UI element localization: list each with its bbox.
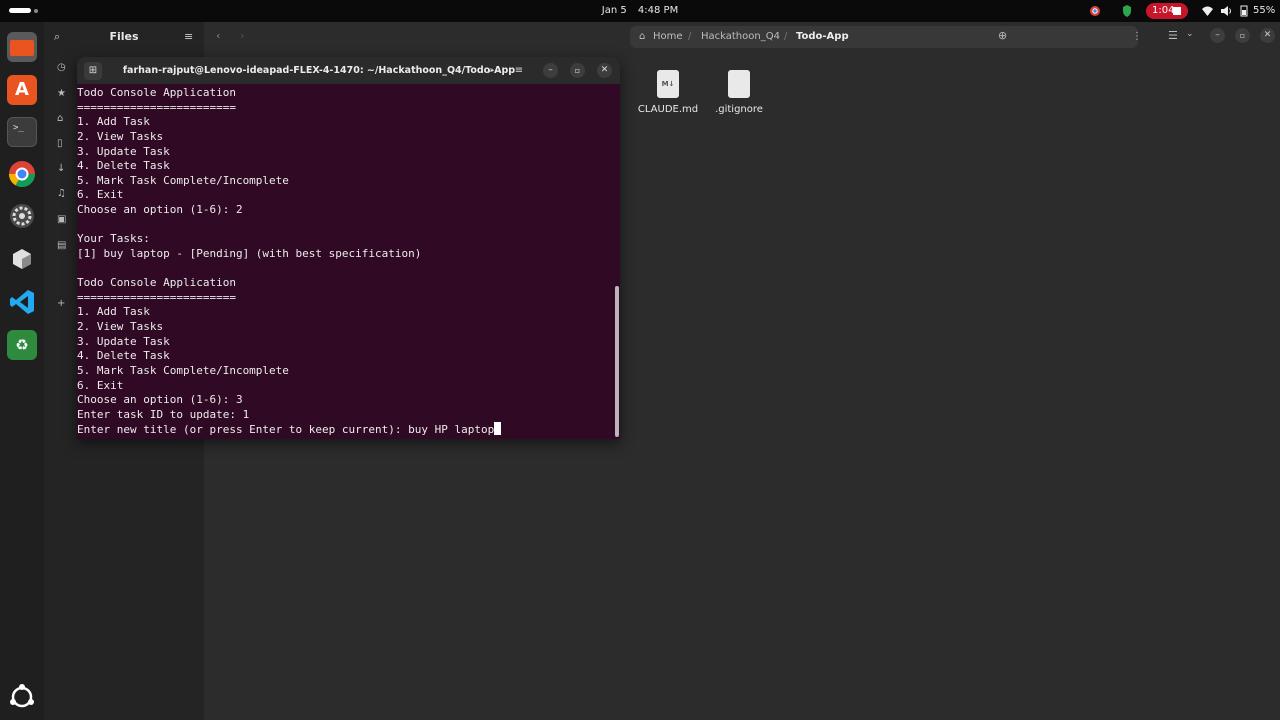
add-location-icon[interactable]: + xyxy=(57,298,65,309)
breadcrumb-home[interactable]: Home xyxy=(653,26,683,48)
text-cursor xyxy=(494,422,502,436)
breadcrumb-separator: / xyxy=(688,31,692,42)
files-header: ‹ › ⌂ Home / Hackathoon_Q4 / Todo-App ⋮ … xyxy=(204,22,1280,52)
file-name: .gitignore xyxy=(715,104,763,115)
screen-recording-indicator[interactable]: 1:04 xyxy=(1146,3,1188,19)
terminal-input[interactable]: Enter new title (or press Enter to keep … xyxy=(77,423,494,436)
file-name: CLAUDE.md xyxy=(637,104,699,115)
music-icon[interactable]: ♫ xyxy=(57,188,66,199)
breadcrumb-separator: / xyxy=(784,31,788,42)
terminal-line: 3. Update Task xyxy=(77,334,170,348)
recording-time: 1:04 xyxy=(1152,5,1175,16)
terminal-line: ======================== xyxy=(77,290,236,304)
terminal-search-icon[interactable]: ⌕ xyxy=(482,62,500,80)
files-icon[interactable] xyxy=(7,32,37,62)
view-options-chevron-icon[interactable]: ⌄ xyxy=(1186,29,1194,39)
terminal-menu-icon[interactable]: ≡ xyxy=(510,62,528,80)
terminal-line: Enter task ID to update: 1 xyxy=(77,407,250,421)
text-file-icon xyxy=(728,70,750,98)
markdown-file-icon: M↓ xyxy=(657,70,679,98)
terminal-line: Choose an option (1-6): 3 xyxy=(77,393,243,407)
terminal-line: 6. Exit xyxy=(77,188,124,202)
wifi-icon[interactable] xyxy=(1201,0,1214,22)
terminal-line: 1. Add Task xyxy=(77,115,150,129)
top-bar: Jan 5 4:48 PM 1:04 55% xyxy=(0,0,1280,22)
stop-recording-icon xyxy=(1173,7,1181,15)
vscode-icon[interactable] xyxy=(7,287,37,317)
battery-icon[interactable] xyxy=(1240,0,1248,22)
battery-percent: 55% xyxy=(1253,5,1276,16)
terminal-line: 2. View Tasks xyxy=(77,129,164,143)
terminal-icon[interactable]: >_ xyxy=(7,117,37,147)
ubuntu-icon[interactable] xyxy=(7,682,37,712)
shield-tray-icon[interactable] xyxy=(1121,0,1133,22)
terminal-output[interactable]: Todo Console Application ===============… xyxy=(77,86,613,437)
pictures-icon[interactable]: ▣ xyxy=(57,214,66,225)
app-icon[interactable] xyxy=(7,244,37,274)
close-icon[interactable]: ✕ xyxy=(1260,28,1275,43)
terminal-header: ⊞ farhan-rajput@Lenovo-ideapad-FLEX-4-14… xyxy=(77,57,620,84)
videos-icon[interactable]: ▤ xyxy=(57,240,66,251)
terminal-close-icon[interactable]: ✕ xyxy=(597,63,612,78)
terminal-maximize-icon[interactable]: ▫ xyxy=(570,63,585,78)
terminal-line: 2. View Tasks xyxy=(77,320,164,333)
terminal-scrollbar[interactable] xyxy=(615,286,619,437)
terminal-prompt-line[interactable]: Enter new title (or press Enter to keep … xyxy=(77,422,613,437)
file-item-gitignore[interactable]: .gitignore xyxy=(704,70,774,115)
breadcrumb-todo-app[interactable]: Todo-App xyxy=(796,26,849,48)
markdown-badge: M↓ xyxy=(661,80,675,88)
terminal-minimize-icon[interactable]: – xyxy=(543,63,558,78)
settings-icon[interactable] xyxy=(7,201,37,231)
date-label: Jan 5 xyxy=(601,5,627,16)
terminal-line: [1] buy laptop - [Pending] (with best sp… xyxy=(77,246,422,260)
new-folder-icon[interactable]: ⊕ xyxy=(998,29,1007,42)
menu-icon[interactable]: ≡ xyxy=(184,30,193,43)
home-crumb-icon: ⌂ xyxy=(639,31,646,42)
breadcrumb-menu-icon[interactable]: ⋮ xyxy=(1132,26,1142,48)
recent-icon[interactable]: ◷ xyxy=(57,62,66,73)
chrome-tray-icon[interactable] xyxy=(1089,0,1101,22)
terminal-line: Todo Console Application xyxy=(77,86,236,99)
dock: A >_ ♻ xyxy=(0,22,44,720)
minimize-icon[interactable]: – xyxy=(1210,28,1225,43)
file-item-claude-md[interactable]: M↓ CLAUDE.md xyxy=(633,70,703,115)
starred-icon[interactable]: ★ xyxy=(57,88,66,99)
breadcrumb-hackathoon[interactable]: Hackathoon_Q4 xyxy=(701,26,780,48)
volume-icon[interactable] xyxy=(1220,0,1233,22)
downloads-icon[interactable]: ↓ xyxy=(57,163,65,174)
terminal-line: 4. Delete Task xyxy=(77,349,170,363)
view-list-icon[interactable]: ☰ xyxy=(1168,29,1178,42)
new-tab-icon[interactable]: ⊞ xyxy=(84,62,102,80)
terminal-line: Your Tasks: xyxy=(77,232,150,246)
terminal-line: Choose an option (1-6): 2 xyxy=(77,203,243,216)
time-label: 4:48 PM xyxy=(637,5,679,16)
breadcrumb: ⌂ Home / Hackathoon_Q4 / Todo-App ⋮ xyxy=(630,26,1142,48)
forward-icon[interactable]: › xyxy=(240,29,244,42)
home-icon[interactable]: ⌂ xyxy=(57,113,63,124)
terminal-line: Todo Console Application xyxy=(77,276,236,290)
terminal-line: 5. Mark Task Complete/Incomplete xyxy=(77,363,289,377)
terminal-window[interactable]: ⊞ farhan-rajput@Lenovo-ideapad-FLEX-4-14… xyxy=(77,57,620,439)
terminal-line: 3. Update Task xyxy=(77,144,170,158)
trash-icon[interactable]: ♻ xyxy=(7,330,37,360)
documents-icon[interactable]: ▯ xyxy=(57,138,63,149)
terminal-line: 5. Mark Task Complete/Incomplete xyxy=(77,173,289,187)
terminal-title: farhan-rajput@Lenovo-ideapad-FLEX-4-1470… xyxy=(122,65,516,76)
files-title: Files xyxy=(109,30,139,43)
back-icon[interactable]: ‹ xyxy=(216,29,220,42)
restore-icon[interactable]: ▫ xyxy=(1235,28,1250,43)
chrome-icon[interactable] xyxy=(7,159,37,189)
terminal-line: 6. Exit xyxy=(77,378,124,392)
terminal-line: 1. Add Task xyxy=(77,305,150,319)
app-center-icon[interactable]: A xyxy=(7,75,37,105)
terminal-line: 4. Delete Task xyxy=(77,159,170,173)
terminal-line: ======================== xyxy=(77,100,236,114)
clock[interactable]: Jan 5 4:48 PM xyxy=(0,0,1280,22)
